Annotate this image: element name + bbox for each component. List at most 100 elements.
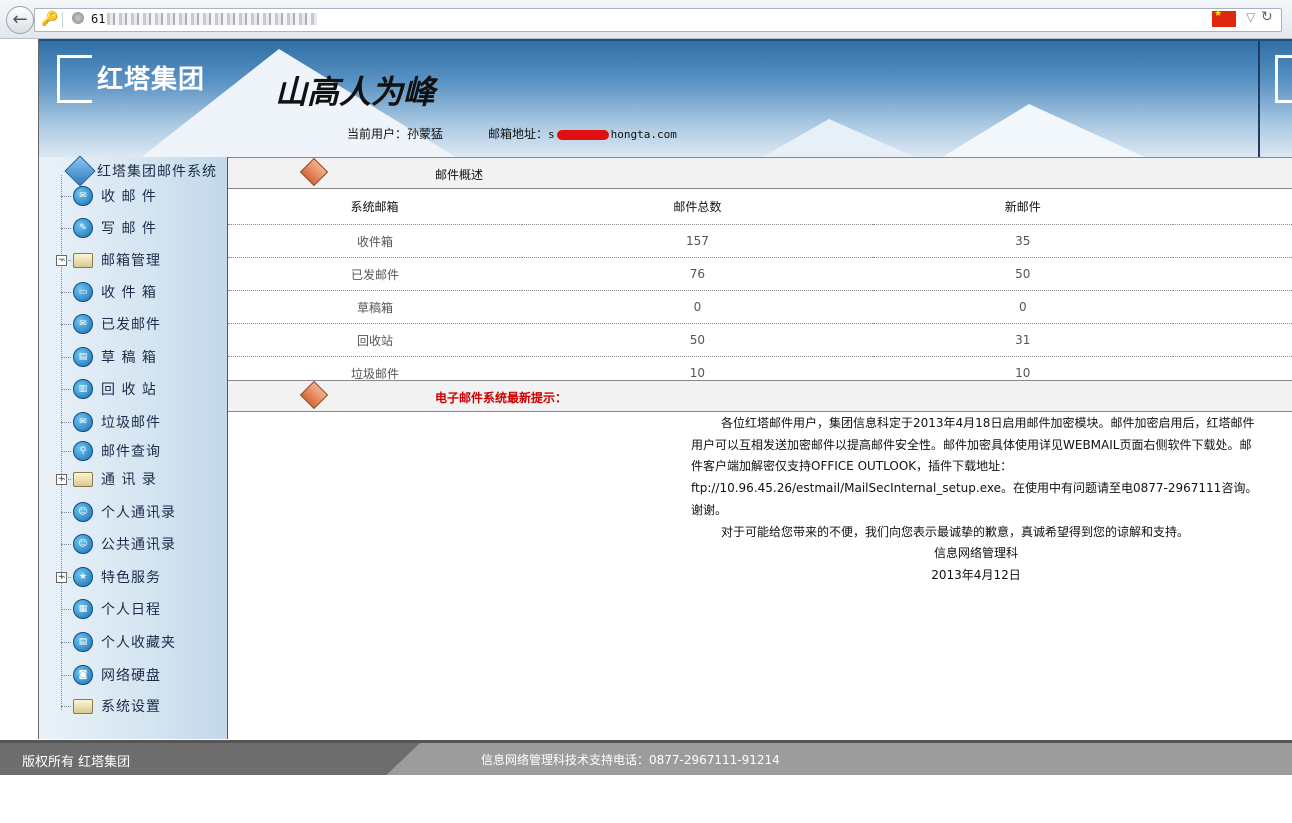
- sidebar-item-public-contacts[interactable]: ☺ 公共通讯录: [61, 533, 176, 555]
- sidebar-item-trash[interactable]: ▥ 回 收 站: [61, 378, 157, 400]
- mail-system-icon: [64, 155, 96, 187]
- mail-redaction: [556, 129, 609, 140]
- mailbox-name[interactable]: 草稿箱: [228, 290, 523, 324]
- column-header: 邮件总数: [522, 188, 873, 225]
- address-bar[interactable]: 🔑 61 ▽ ↻: [34, 8, 1282, 32]
- sidebar-item-drafts[interactable]: ▤ 草 稿 箱: [61, 346, 157, 368]
- mailbox-name[interactable]: 收件箱: [228, 224, 523, 258]
- sidebar-item-label: 网络硬盘: [101, 668, 161, 684]
- sidebar-item-label: 写 邮 件: [101, 221, 157, 237]
- mail-address-label: 邮箱地址：: [488, 127, 549, 141]
- sidebar-item-personal-contacts[interactable]: ☺ 个人通讯录: [61, 501, 176, 523]
- sidebar-item-label: 收 邮 件: [101, 189, 157, 205]
- mail-total: 0: [522, 290, 873, 324]
- mailbox-name[interactable]: 已发邮件: [228, 257, 523, 291]
- table-row[interactable]: 草稿箱 0 0: [228, 290, 1292, 324]
- trash-icon: ▥: [73, 379, 93, 399]
- sidebar-item-spam[interactable]: ✉ 垃圾邮件: [61, 411, 161, 433]
- browser-toolbar: ← 🔑 61 ▽ ↻: [0, 0, 1292, 39]
- column-header: 系统邮箱: [228, 188, 523, 225]
- mail-total: 50: [522, 323, 873, 357]
- table-row[interactable]: 收件箱 157 35: [228, 224, 1292, 258]
- sidebar-item-label: 通 讯 录: [101, 472, 157, 488]
- sidebar-item-label: 草 稿 箱: [101, 350, 157, 366]
- notice-date: 2013年4月12日: [931, 567, 1021, 582]
- hongta-logo-icon: [1275, 55, 1292, 103]
- folder-open-icon: [73, 252, 93, 268]
- row-spacer: [1172, 224, 1292, 258]
- table-row[interactable]: 回收站 50 31: [228, 323, 1292, 357]
- sidebar-item-inbox[interactable]: ▭ 收 件 箱: [61, 281, 157, 303]
- key-icon[interactable]: 🔑: [41, 11, 58, 27]
- sidebar-item-label: 邮件查询: [101, 444, 161, 460]
- sidebar-item-special-services[interactable]: ★ 特色服务: [61, 566, 161, 588]
- sidebar-item-compose[interactable]: ✎ 写 邮 件: [61, 217, 157, 239]
- notice-title: 电子邮件系统最新提示：: [435, 391, 568, 405]
- row-spacer: [1172, 257, 1292, 291]
- footer-copyright: 版权所有 红塔集团: [22, 755, 131, 770]
- notice-body: 各位红塔邮件用户，集团信息科定于2013年4月18日启用邮件加密模块。邮件加密启…: [691, 413, 1261, 587]
- sidebar-item-label: 收 件 箱: [101, 285, 157, 301]
- sidebar-item-mail-search[interactable]: ⚲ 邮件查询: [61, 440, 161, 462]
- sidebar-item-schedule[interactable]: ▦ 个人日程: [61, 598, 161, 620]
- current-user-label: 当前用户：: [347, 127, 408, 141]
- main-content: 邮件概述 系统邮箱 邮件总数 新邮件 收件箱 157 35 已发邮件 76 50…: [228, 157, 1292, 739]
- mail-new: 31: [872, 323, 1173, 357]
- arrow-icon: [299, 157, 329, 187]
- sidebar-item-receive-mail[interactable]: ✉ 收 邮 件: [61, 185, 157, 207]
- sidebar-item-favorites[interactable]: ▤ 个人收藏夹: [61, 631, 176, 653]
- mountain-graphic: [939, 104, 1149, 159]
- china-flag-icon: [1212, 9, 1236, 27]
- sidebar-item-label: 特色服务: [101, 570, 161, 586]
- mail-address-domain: hongta.com: [610, 128, 677, 141]
- logo-text: 红塔集团: [97, 65, 206, 95]
- slogan: 山高人为峰: [275, 73, 436, 111]
- spam-icon: ✉: [73, 412, 93, 432]
- mail-new: 50: [872, 257, 1173, 291]
- sidebar-item-sent[interactable]: ✉ 已发邮件: [61, 313, 161, 335]
- footer-support: 信息网络管理科技术支持电话：0877-2967111-91214: [481, 753, 780, 767]
- mail-address: 邮箱地址：s hongta.com: [488, 125, 677, 142]
- address-separator: [62, 12, 63, 28]
- sidebar-item-network-disk[interactable]: ◙ 网络硬盘: [61, 664, 161, 686]
- sidebar: 红塔集团邮件系统 ✉ 收 邮 件 ✎ 写 邮 件 − 邮箱管理 ▭ 收 件 箱 …: [39, 155, 228, 739]
- calendar-icon: ▦: [73, 599, 93, 619]
- chevron-down-icon[interactable]: ▽: [1246, 10, 1255, 24]
- url-text[interactable]: 61: [91, 12, 105, 26]
- sidebar-item-label: 回 收 站: [101, 382, 157, 398]
- mailbox-name[interactable]: 回收站: [228, 323, 523, 357]
- current-user-name: 孙蒙猛: [407, 127, 444, 141]
- sidebar-item-label: 邮箱管理: [101, 253, 161, 269]
- table-header-row: 系统邮箱 邮件总数 新邮件: [228, 188, 1292, 225]
- sidebar-item-label: 个人收藏夹: [101, 635, 176, 651]
- footer: 版权所有 红塔集团 信息网络管理科技术支持电话：0877-2967111-912…: [0, 740, 1292, 775]
- sidebar-item-mailbox-management[interactable]: 邮箱管理: [61, 249, 161, 271]
- current-user: 当前用户：孙蒙猛: [347, 125, 443, 142]
- network-disk-icon: ◙: [73, 665, 93, 685]
- globe-icon: [72, 12, 84, 24]
- favorites-icon: ▤: [73, 632, 93, 652]
- back-arrow-icon[interactable]: ←: [6, 6, 34, 34]
- sidebar-item-label: 个人通讯录: [101, 505, 176, 521]
- column-header: 新邮件: [872, 188, 1173, 225]
- notice-signature: 信息网络管理科: [933, 546, 1018, 561]
- sidebar-item-system-settings[interactable]: 系统设置: [61, 695, 161, 717]
- sidebar-item-address-book[interactable]: 通 讯 录: [61, 468, 157, 490]
- url-redacted: [107, 13, 317, 25]
- sent-mail-icon: ✉: [73, 314, 93, 334]
- mail-new: 35: [872, 224, 1173, 258]
- inbox-tray-icon: ▭: [73, 282, 93, 302]
- sidebar-item-label: 个人日程: [101, 602, 161, 618]
- sidebar-root[interactable]: 红塔集团邮件系统: [64, 155, 217, 187]
- table-row[interactable]: 已发邮件 76 50: [228, 257, 1292, 291]
- mail-new: 0: [872, 290, 1173, 324]
- notice-paragraph: 各位红塔邮件用户，集团信息科定于2013年4月18日启用邮件加密模块。邮件加密启…: [691, 416, 1258, 517]
- reload-icon[interactable]: ↻: [1261, 9, 1273, 25]
- overview-title: 邮件概述: [435, 168, 484, 182]
- inbox-icon: ✉: [73, 186, 93, 206]
- public-contacts-icon: ☺: [73, 534, 93, 554]
- mail-address-prefix: s: [548, 128, 555, 141]
- mail-search-icon: ⚲: [73, 441, 93, 461]
- column-header-empty: [1172, 188, 1292, 225]
- sidebar-item-label: 垃圾邮件: [101, 415, 161, 431]
